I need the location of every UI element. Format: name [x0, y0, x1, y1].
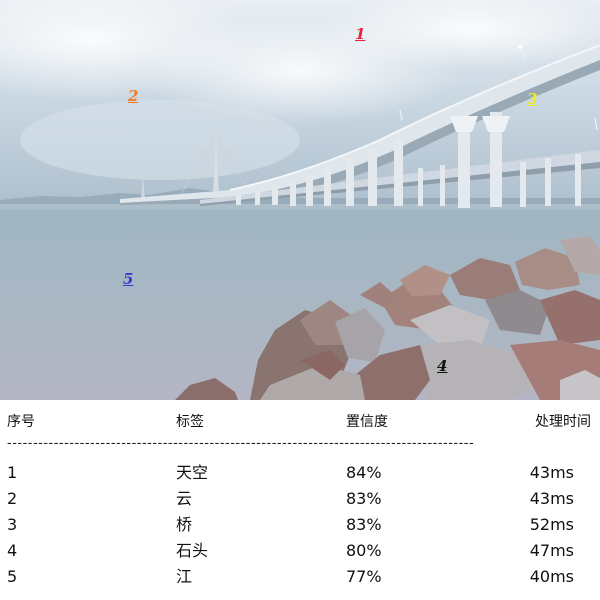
row-time: 40ms: [529, 567, 574, 586]
row-time: 47ms: [529, 541, 574, 560]
table-row: 3 桥 83% 52ms: [0, 514, 600, 536]
marker-4: 4: [437, 357, 448, 375]
marker-5: 5: [123, 270, 134, 288]
row-confidence: 83%: [346, 515, 382, 534]
row-confidence: 83%: [346, 489, 382, 508]
table-row: 5 江 77% 40ms: [0, 566, 600, 588]
result-photo: 1 2 3 4 5: [0, 0, 600, 400]
row-confidence: 84%: [346, 463, 382, 482]
marker-1: 1: [355, 25, 366, 43]
header-label: 标签: [176, 414, 204, 430]
row-index: 3: [7, 515, 18, 534]
row-index: 1: [7, 463, 18, 482]
header-confidence: 置信度: [346, 414, 388, 430]
table-row: 1 天空 84% 43ms: [0, 462, 600, 484]
row-label: 江: [176, 567, 193, 586]
bridge-photo: [0, 0, 600, 400]
header-time: 处理时间: [535, 414, 591, 430]
row-label: 天空: [176, 463, 209, 482]
row-time: 43ms: [529, 463, 574, 482]
row-index: 4: [7, 541, 18, 560]
row-time: 43ms: [529, 489, 574, 508]
row-label: 石头: [176, 541, 209, 560]
marker-3: 3: [527, 90, 538, 108]
row-time: 52ms: [529, 515, 574, 534]
table-row: 2 云 83% 43ms: [0, 488, 600, 510]
header-index: 序号: [7, 414, 35, 430]
row-confidence: 80%: [346, 541, 382, 560]
row-index: 2: [7, 489, 18, 508]
row-confidence: 77%: [346, 567, 382, 586]
row-label: 云: [176, 489, 193, 508]
row-index: 5: [7, 567, 18, 586]
table-row: 4 石头 80% 47ms: [0, 540, 600, 562]
table-separator: ----------------------------------------…: [7, 438, 475, 450]
table-header: 序号 标签 置信度 处理时间: [0, 411, 600, 433]
row-label: 桥: [176, 515, 193, 534]
marker-2: 2: [128, 87, 139, 105]
